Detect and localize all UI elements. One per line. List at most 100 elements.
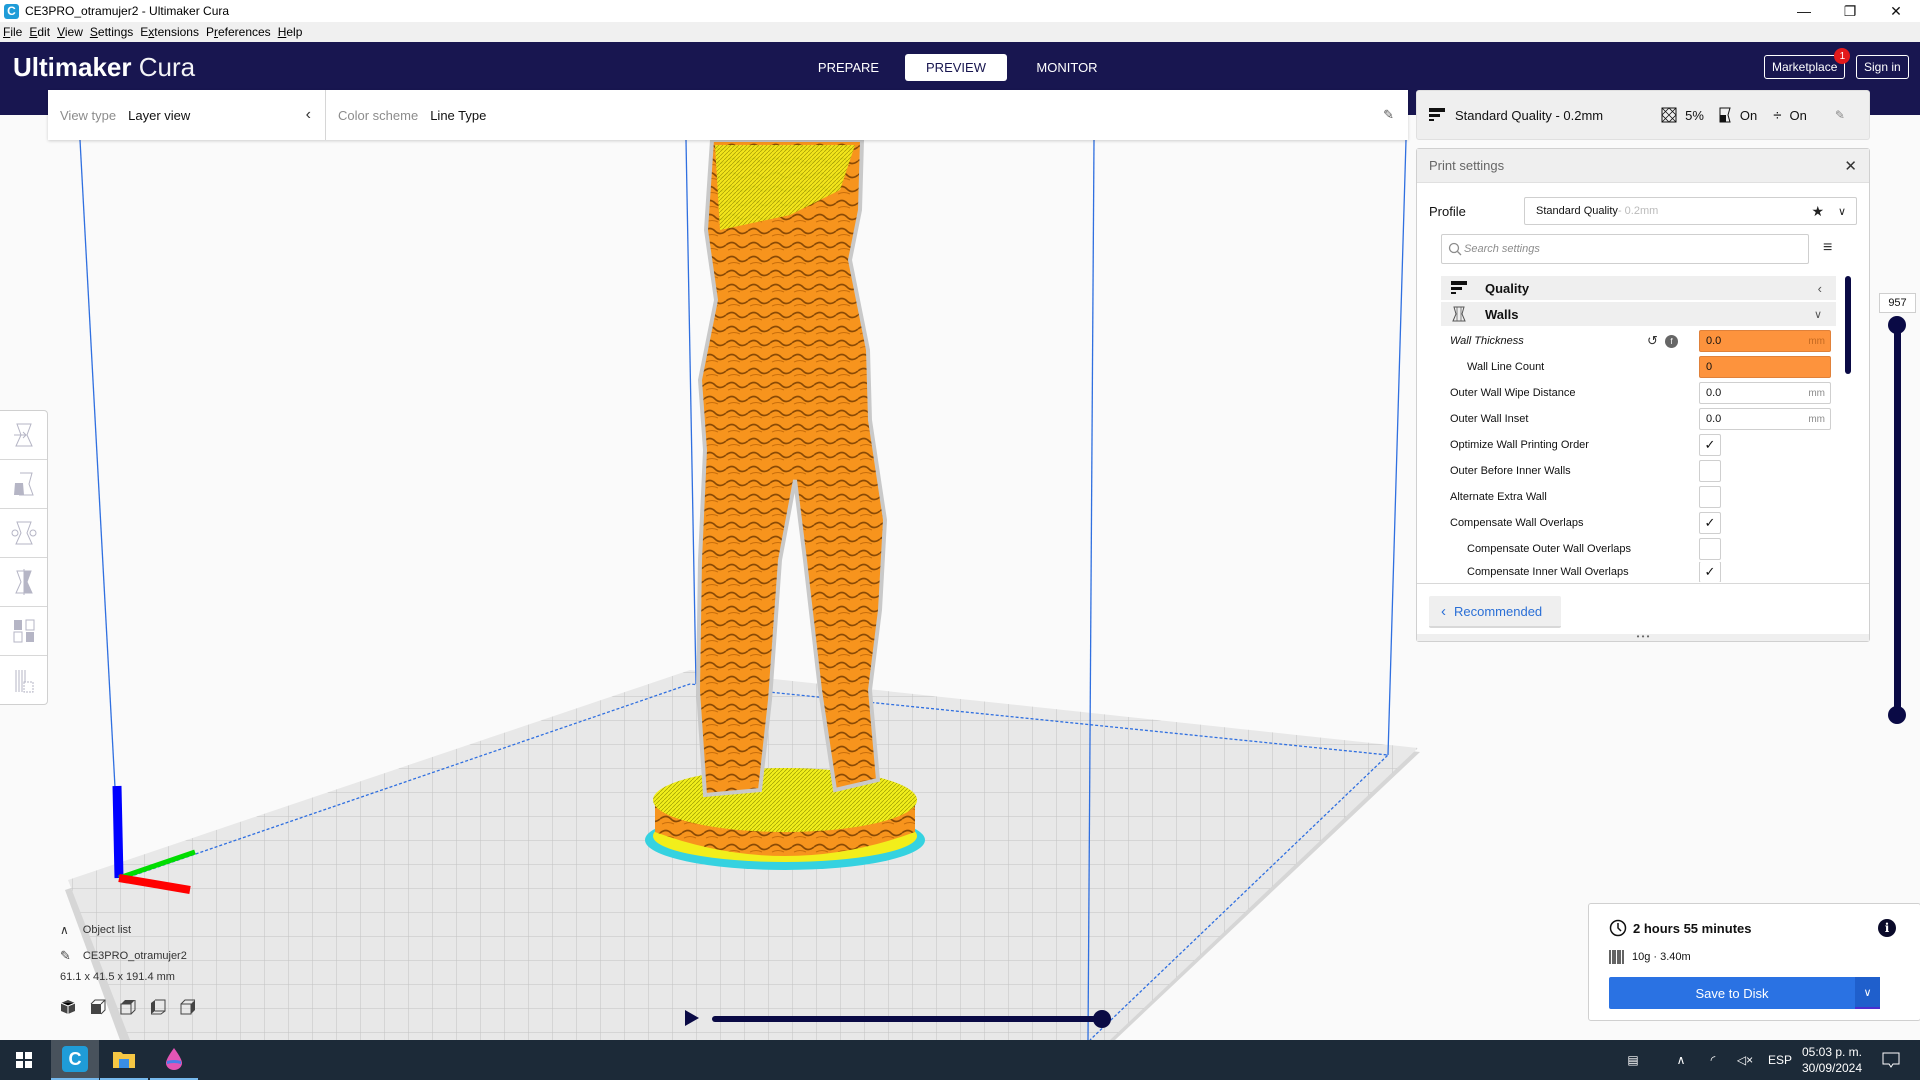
recommended-button[interactable]: ‹ Recommended (1429, 596, 1561, 628)
support-blocker-button[interactable] (0, 656, 47, 705)
compensate-outer-wall-overlaps-checkbox[interactable] (1699, 538, 1721, 560)
output-device-dropdown[interactable]: ∨ (1855, 977, 1880, 1009)
wall-thickness-input[interactable]: 0.0 mm (1699, 330, 1831, 352)
layer-slider-bottom-handle[interactable] (1888, 706, 1906, 724)
start-button[interactable] (0, 1040, 48, 1080)
category-walls[interactable]: Walls ∨ (1441, 302, 1836, 326)
optimize-wall-order-checkbox[interactable]: ✓ (1699, 434, 1721, 456)
setting-compensate-inner-wall-overlaps: Compensate Inner Wall Overlaps ✓ (1441, 562, 1836, 582)
setting-label: Compensate Outer Wall Overlaps (1467, 543, 1632, 555)
tab-preview[interactable]: PREVIEW (905, 54, 1007, 81)
window-title: CE3PRO_otramujer2 - Ultimaker Cura (25, 4, 230, 18)
menu-extensions[interactable]: Extensions (140, 25, 199, 39)
setting-outer-wall-inset: Outer Wall Inset 0.0 mm (1441, 406, 1836, 432)
setting-label: Wall Thickness (1450, 335, 1524, 347)
tab-prepare[interactable]: PREPARE (806, 54, 891, 81)
object-name: CE3PRO_otramujer2 (82, 950, 187, 962)
info-icon[interactable]: i (1878, 919, 1896, 937)
outer-wall-wipe-distance-input[interactable]: 0.0 mm (1699, 382, 1831, 404)
sign-in-button[interactable]: Sign in (1856, 55, 1909, 79)
taskbar-paint[interactable] (150, 1040, 198, 1080)
print-setup-selector[interactable]: Standard Quality - 0.2mm 5% On ÷ On ✎ (1416, 90, 1870, 140)
3d-view-icon[interactable] (60, 999, 76, 1015)
compensate-wall-overlaps-checkbox[interactable]: ✓ (1699, 512, 1721, 534)
clock[interactable]: 05:03 p. m. 30/09/2024 (1800, 1040, 1864, 1080)
top-view-icon[interactable] (120, 999, 136, 1015)
path-slider[interactable] (712, 1010, 1111, 1028)
show-hidden-icons[interactable]: ∧ (1670, 1040, 1692, 1080)
minimize-button[interactable]: — (1781, 0, 1827, 22)
right-view-icon[interactable] (180, 999, 196, 1015)
object-list-toggle[interactable]: ∧ Object list (60, 920, 196, 940)
view-type-selector[interactable]: View type Layer view ‹ (48, 106, 325, 123)
move-tool-button[interactable] (0, 411, 47, 460)
menu-help[interactable]: Help (278, 25, 303, 39)
close-icon[interactable]: ✕ (1844, 157, 1857, 175)
panel-resize-handle[interactable]: • • • (1417, 633, 1869, 641)
layer-number-input[interactable]: 957 (1879, 293, 1916, 313)
ultimaker-cura-logo: Ultimaker Cura (13, 52, 195, 83)
mirror-tool-button[interactable] (0, 558, 47, 607)
path-slider-handle[interactable] (1093, 1010, 1111, 1028)
setting-label: Compensate Wall Overlaps (1450, 517, 1584, 529)
marketplace-label: Marketplace (1772, 60, 1838, 74)
color-scheme-selector[interactable]: Color scheme Line Type ✎ (326, 90, 1408, 140)
layer-slider[interactable] (1888, 316, 1906, 724)
scale-tool-button[interactable] (0, 460, 47, 509)
color-scheme-value: Line Type (430, 107, 487, 123)
object-info: ∧ Object list ✎ CE3PRO_otramujer2 61.1 x… (60, 920, 196, 1015)
star-icon[interactable]: ★ (1811, 203, 1824, 220)
save-to-disk-button[interactable]: Save to Disk (1609, 977, 1855, 1009)
build-volume-edge (685, 139, 697, 685)
volume-muted-icon[interactable]: ◁× (1733, 1040, 1757, 1080)
object-name-row: ✎ CE3PRO_otramujer2 (60, 946, 196, 966)
menu-edit[interactable]: Edit (29, 25, 50, 39)
wifi-icon[interactable]: ◜ (1702, 1040, 1724, 1080)
settings-menu-icon[interactable]: ≡ (1823, 239, 1832, 257)
restore-button[interactable]: ❐ (1827, 0, 1873, 22)
menu-preferences[interactable]: Preferences (206, 25, 271, 39)
profile-summary: Standard Quality - 0.2mm (1455, 107, 1604, 123)
close-window-button[interactable]: ✕ (1873, 0, 1919, 22)
language-indicator[interactable]: ESP (1765, 1040, 1795, 1080)
field-value: 0.0 (1706, 413, 1722, 425)
search-placeholder: Search settings (1464, 243, 1540, 255)
reset-icon[interactable]: ↺ (1647, 333, 1658, 349)
play-icon[interactable] (682, 1008, 702, 1028)
print-output-panel: 2 hours 55 minutes i 10g · 3.40m Save to… (1588, 903, 1920, 1021)
left-view-icon[interactable] (150, 999, 166, 1015)
taskbar-file-explorer[interactable] (100, 1040, 148, 1080)
pencil-icon[interactable]: ✎ (1383, 107, 1394, 123)
chevron-left-icon: ‹ (1441, 602, 1446, 620)
news-icon[interactable]: ▤ (1618, 1040, 1648, 1080)
menu-file[interactable]: File (3, 25, 22, 39)
taskbar-cura[interactable]: C (51, 1040, 99, 1080)
rotate-tool-button[interactable] (0, 509, 47, 558)
marketplace-button[interactable]: Marketplace 1 (1764, 48, 1851, 79)
check-icon: ✓ (1704, 515, 1716, 530)
outer-before-inner-checkbox[interactable] (1699, 460, 1721, 482)
setting-wall-line-count: Wall Line Count 0 (1441, 354, 1836, 380)
alternate-extra-wall-checkbox[interactable] (1699, 486, 1721, 508)
outer-wall-inset-input[interactable]: 0.0 mm (1699, 408, 1831, 430)
category-quality[interactable]: Quality ‹ (1441, 276, 1836, 300)
layer-slider-top-handle[interactable] (1888, 316, 1906, 334)
settings-scrollbar[interactable] (1845, 276, 1851, 374)
walls-icon (1452, 306, 1466, 322)
tab-monitor[interactable]: MONITOR (1022, 54, 1112, 81)
category-label: Quality (1485, 280, 1530, 296)
profile-dropdown[interactable]: Standard Quality - 0.2mm ★ ∨ (1524, 197, 1857, 225)
menu-settings[interactable]: Settings (90, 25, 133, 39)
support-icon (1719, 107, 1731, 123)
compensate-inner-wall-overlaps-checkbox[interactable]: ✓ (1699, 562, 1721, 582)
search-settings-input[interactable]: Search settings (1441, 234, 1809, 264)
field-unit: mm (1808, 335, 1825, 347)
notifications-icon[interactable] (1876, 1040, 1906, 1080)
per-model-settings-button[interactable] (0, 607, 47, 656)
front-view-icon[interactable] (90, 999, 106, 1015)
wall-line-count-input[interactable]: 0 (1699, 356, 1831, 378)
menu-view[interactable]: View (57, 25, 83, 39)
formula-icon[interactable]: f (1665, 334, 1678, 348)
pencil-icon[interactable]: ✎ (60, 948, 71, 964)
edit-pencil-icon[interactable]: ✎ (1835, 108, 1845, 122)
